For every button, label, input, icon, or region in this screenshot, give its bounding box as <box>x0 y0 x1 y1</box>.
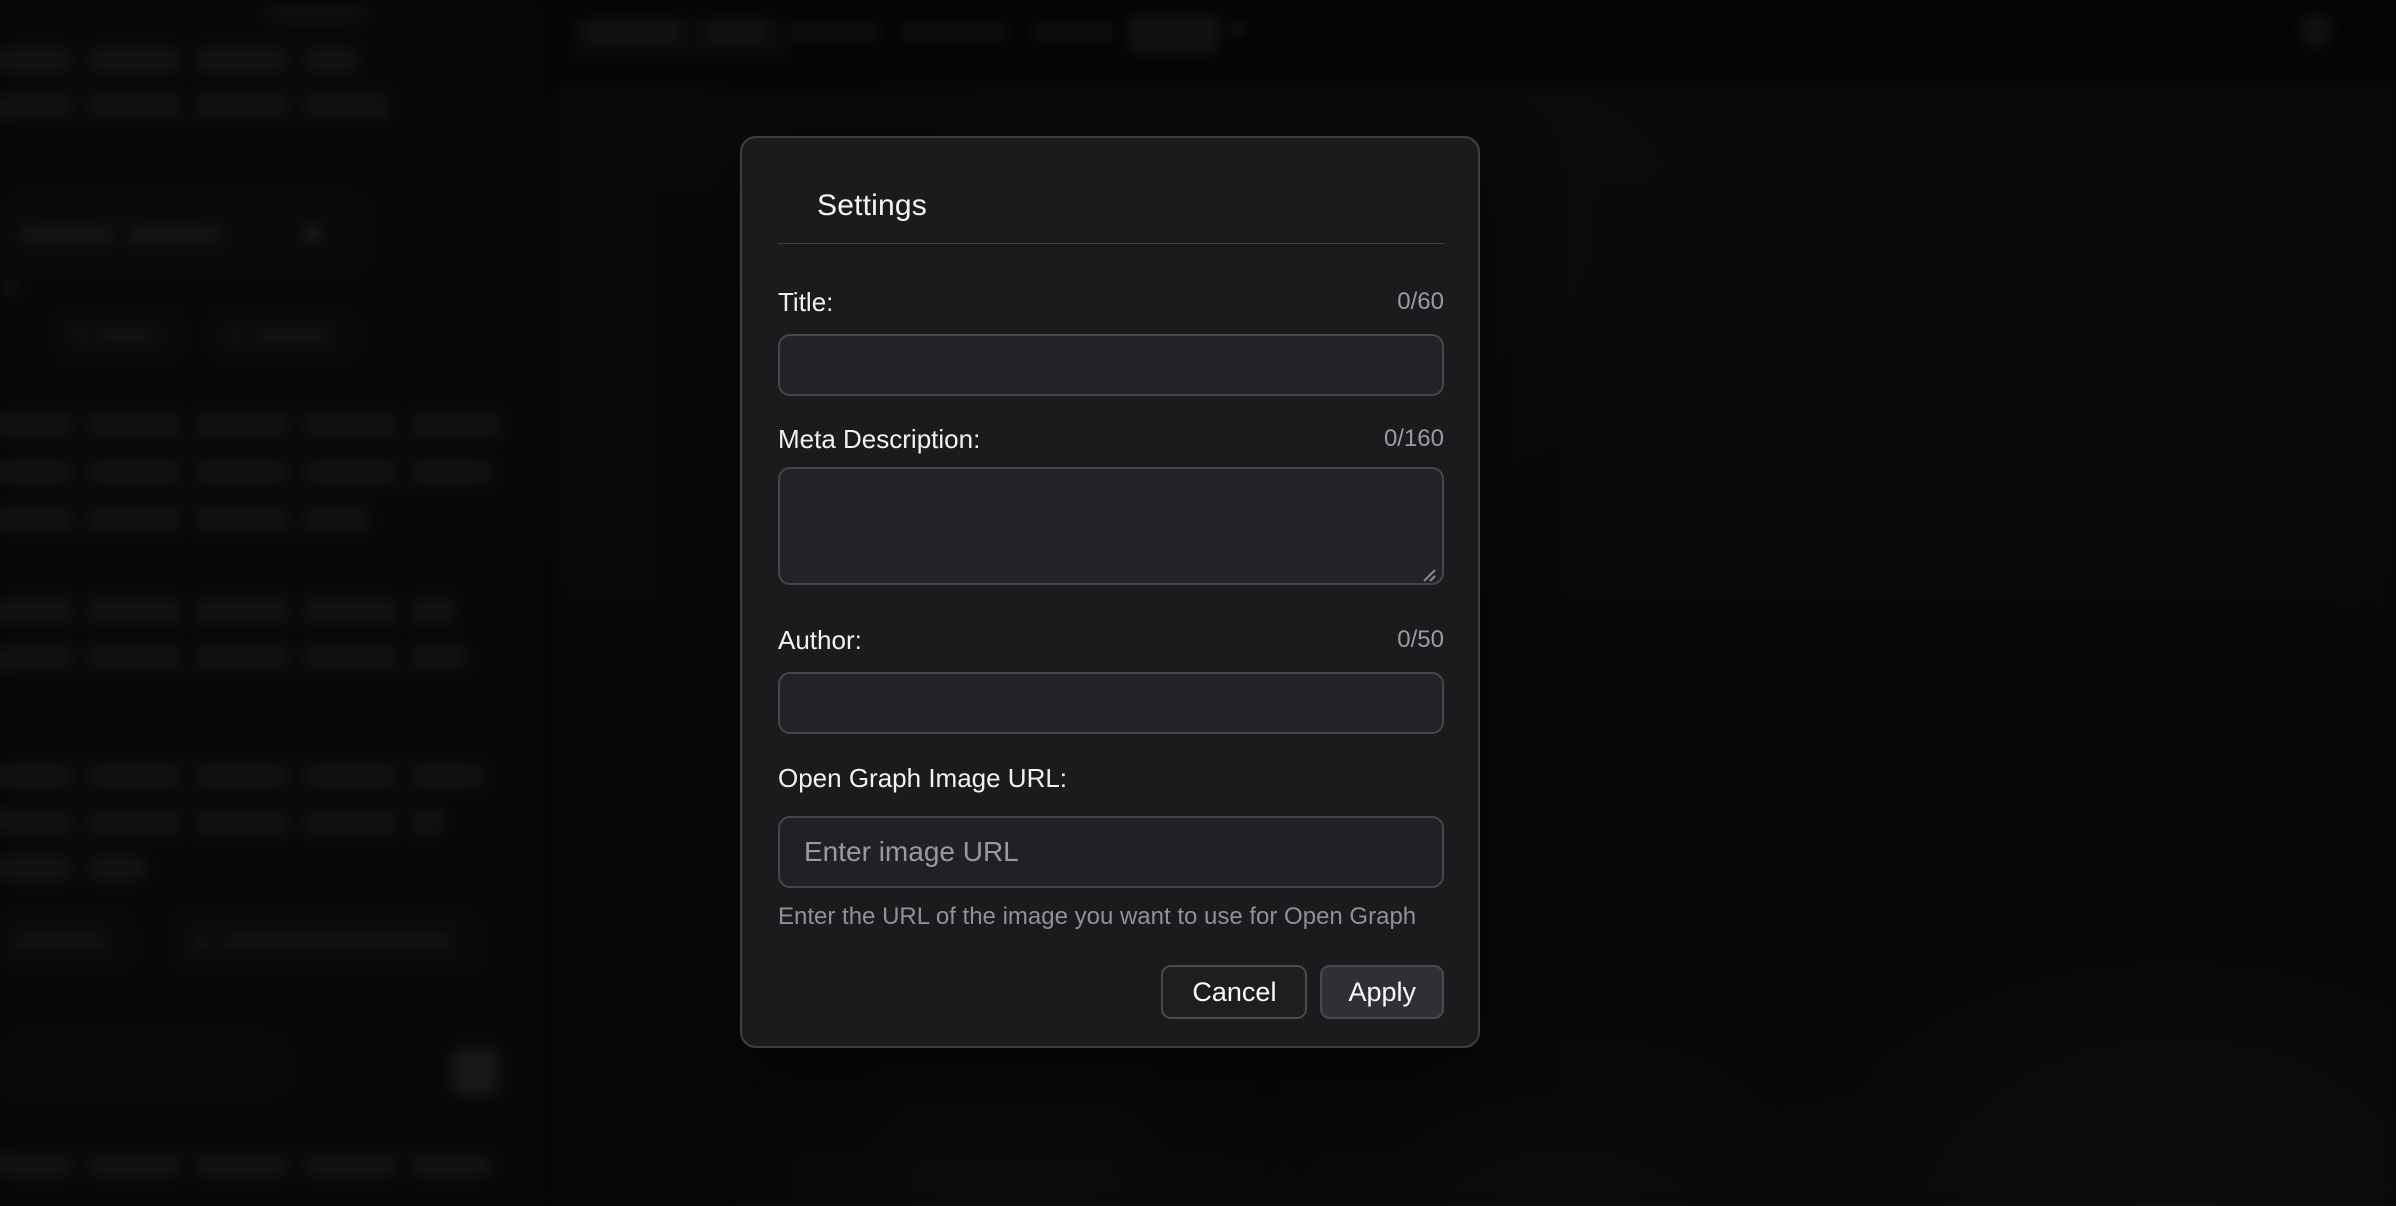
og-image-field-header: Open Graph Image URL: <box>778 763 1444 793</box>
meta-description-char-counter: 0/160 <box>1384 424 1444 454</box>
dialog-body: Title: 0/60 Meta Description: 0/160 Auth… <box>742 287 1478 1019</box>
cancel-button[interactable]: Cancel <box>1161 965 1307 1019</box>
meta-description-textarea[interactable] <box>778 467 1444 585</box>
dialog-footer: Cancel Apply <box>778 965 1444 1019</box>
textarea-resize-handle[interactable] <box>1420 566 1436 582</box>
og-image-label: Open Graph Image URL: <box>778 763 1067 793</box>
author-char-counter: 0/50 <box>1397 625 1444 655</box>
og-image-url-input[interactable] <box>778 816 1444 888</box>
author-field-header: Author: 0/50 <box>778 625 1444 655</box>
og-image-helper-text: Enter the URL of the image you want to u… <box>778 905 1444 929</box>
title-label: Title: <box>778 287 833 317</box>
settings-dialog: Settings Title: 0/60 Meta Description: 0… <box>740 136 1480 1048</box>
meta-description-field-header: Meta Description: 0/160 <box>778 424 1444 454</box>
title-char-counter: 0/60 <box>1397 287 1444 317</box>
author-label: Author: <box>778 625 862 655</box>
title-field-header: Title: 0/60 <box>778 287 1444 317</box>
title-input[interactable] <box>778 334 1444 396</box>
dialog-title: Settings <box>817 191 1442 221</box>
meta-description-label: Meta Description: <box>778 424 980 454</box>
author-input[interactable] <box>778 672 1444 734</box>
meta-description-wrap <box>778 467 1444 590</box>
apply-button[interactable]: Apply <box>1320 965 1444 1019</box>
dialog-divider <box>778 243 1445 244</box>
